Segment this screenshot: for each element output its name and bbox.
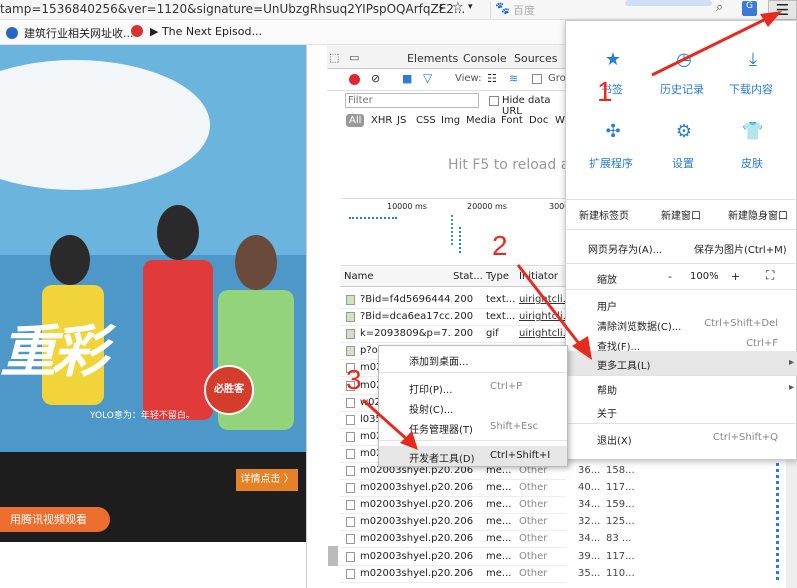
step-2-label: 2 bbox=[492, 230, 508, 261]
arrow-to-more-tools bbox=[516, 264, 586, 351]
step-1-label: 1 bbox=[597, 76, 613, 107]
annotation-layer bbox=[362, 11, 782, 450]
arrow-to-devtools bbox=[362, 398, 411, 444]
step-3-label: 3 bbox=[346, 364, 362, 395]
arrow-to-menu bbox=[651, 16, 769, 77]
arrowhead bbox=[760, 11, 782, 27]
